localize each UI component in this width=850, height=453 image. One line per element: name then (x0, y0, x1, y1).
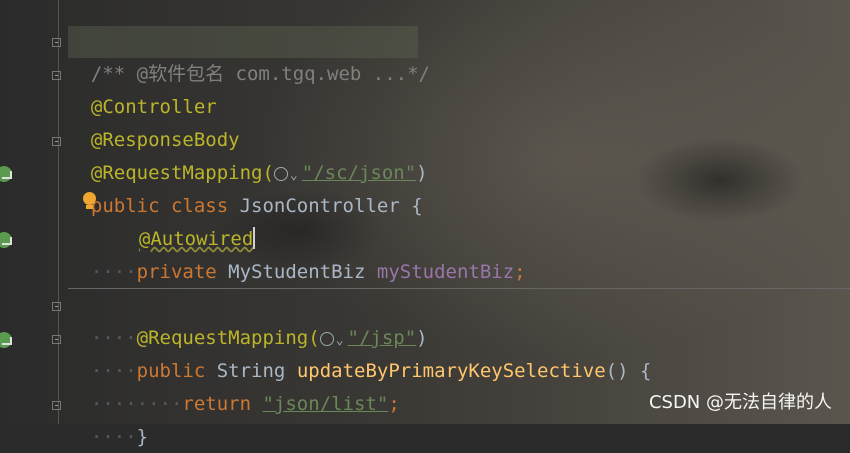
fold-icon[interactable] (52, 401, 61, 410)
code-line[interactable]: ····public String updateByPrimaryKeySele… (68, 323, 652, 382)
paren-brace: () { (605, 360, 652, 382)
fold-icon[interactable] (52, 38, 61, 47)
semicolon: ; (388, 393, 400, 415)
bulb-icon[interactable] (82, 192, 96, 210)
watermark: CSDN @无法自律的人 (648, 392, 832, 413)
code-line[interactable]: /** @软件包名 com.tgq.web ...*/ (68, 26, 430, 85)
string-literal[interactable]: "json/list" (262, 393, 388, 415)
method-separator (68, 288, 850, 289)
type-name: MyStudentBiz (228, 261, 377, 283)
code-line[interactable]: ····private MyStudentBiz myStudentBiz; (68, 224, 526, 283)
code-line[interactable]: @ResponseBody (68, 92, 240, 151)
code-line[interactable]: @Controller (68, 59, 217, 118)
code-line[interactable]: ····} (68, 389, 148, 448)
class-name: JsonController { (239, 195, 423, 217)
indent-dots: ···· (90, 261, 137, 283)
code-line[interactable]: @Autowired (116, 191, 256, 250)
field-name: myStudentBiz (376, 261, 515, 283)
fold-icon[interactable] (52, 335, 61, 344)
fold-icon[interactable] (52, 71, 61, 80)
indent-dots: ···· (90, 426, 137, 448)
keyword: private (136, 261, 229, 283)
gutter-divider (58, 0, 59, 424)
fold-icon[interactable] (52, 302, 61, 311)
closing-brace: } (136, 426, 149, 448)
keyword: return (182, 393, 263, 415)
fold-icon[interactable] (52, 137, 61, 146)
code-line[interactable]: public class JsonController { (68, 158, 423, 217)
semicolon: ; (514, 261, 526, 283)
code-line[interactable]: ····@RequestMapping(⌄ "/jsp") (68, 290, 428, 349)
code-line[interactable]: @RequestMapping(⌄ "/sc/json") (68, 125, 428, 184)
code-line[interactable]: ········return "json/list"; (68, 356, 400, 415)
